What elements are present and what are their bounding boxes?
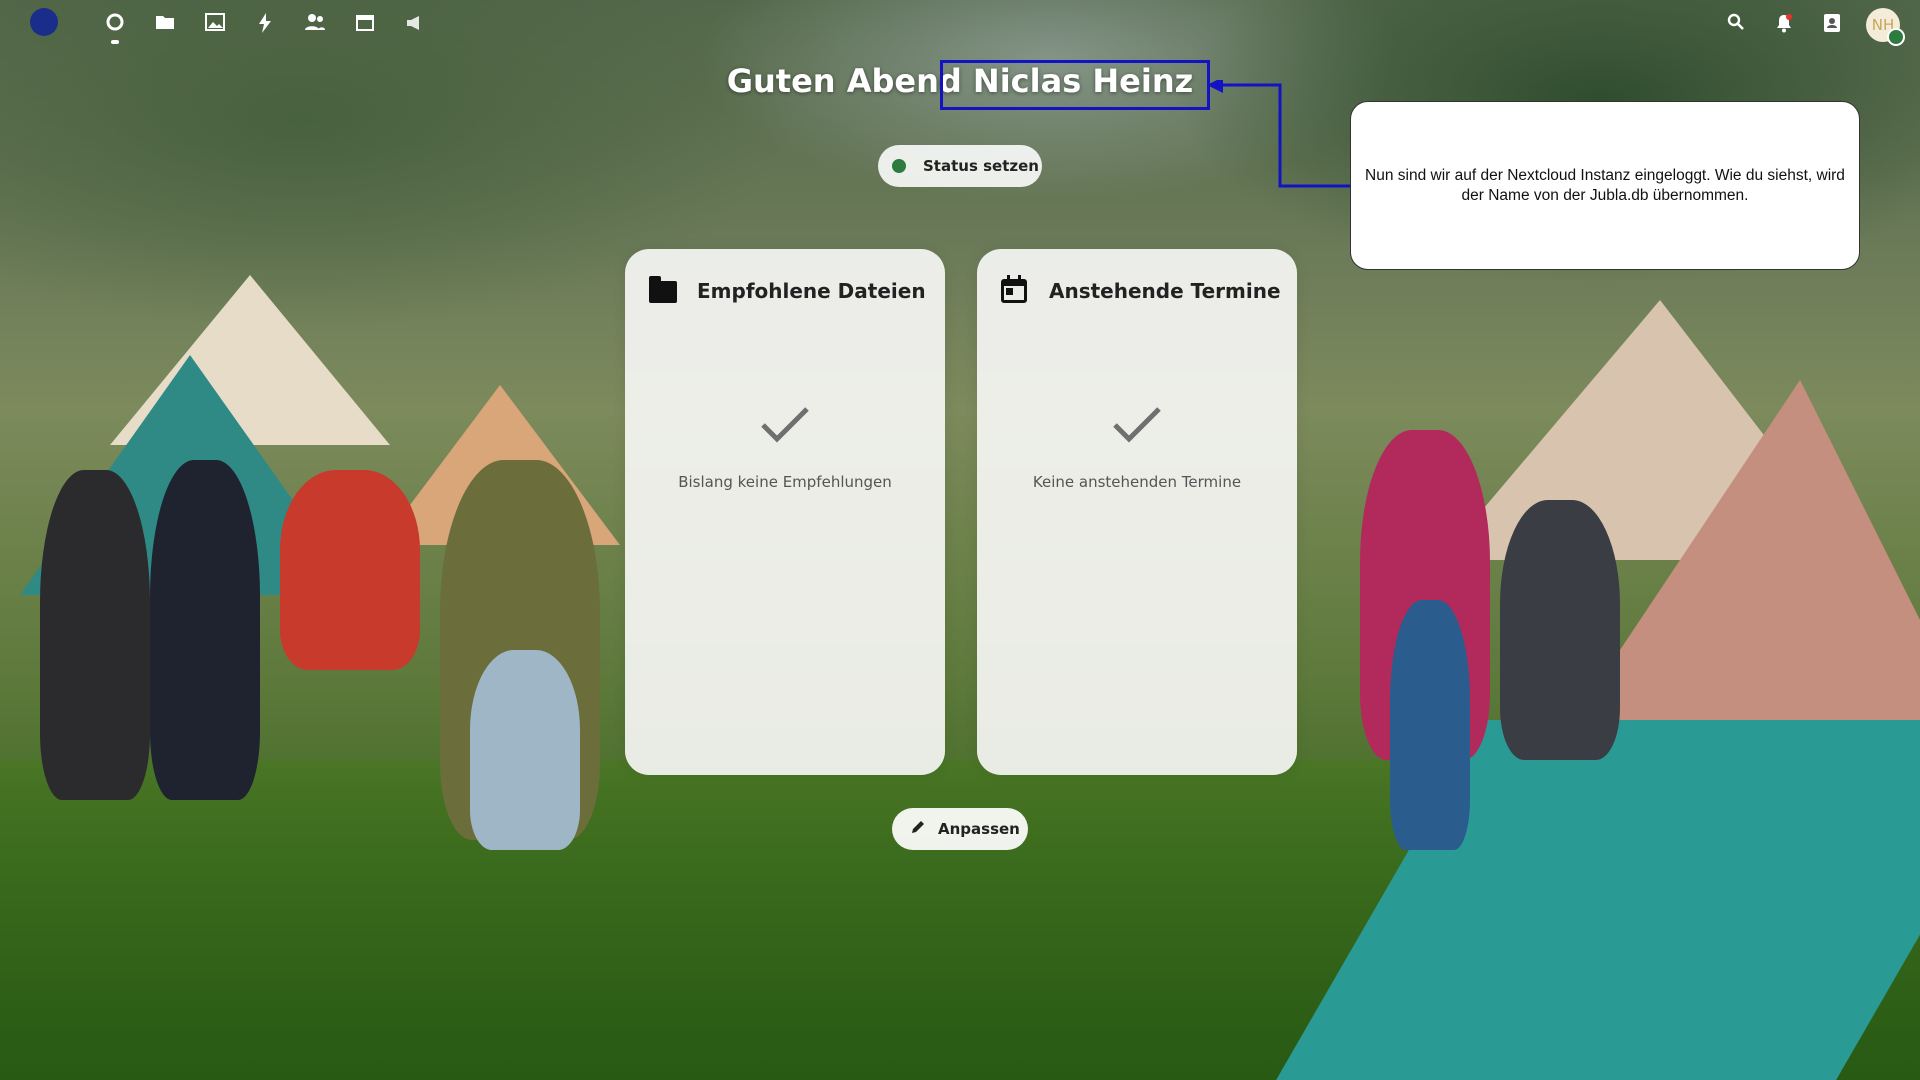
set-status-label: Status setzen [923, 157, 1039, 175]
widget-title: Anstehende Termine [1049, 279, 1281, 303]
person [40, 470, 150, 800]
online-status-dot [1887, 28, 1905, 46]
person [470, 650, 580, 850]
status-online-icon [892, 159, 906, 173]
annotation-callout: Nun sind wir auf der Nextcloud Instanz e… [1350, 101, 1860, 270]
widget-header: Empfohlene Dateien [649, 276, 926, 305]
lightning-icon[interactable] [253, 13, 277, 37]
dashboard-icon[interactable] [103, 13, 127, 37]
customize-label: Anpassen [938, 820, 1020, 838]
bell-icon[interactable] [1772, 13, 1796, 37]
image-icon[interactable] [203, 13, 227, 37]
widget-title: Empfohlene Dateien [697, 279, 926, 303]
empty-state-text: Keine anstehenden Termine [1032, 473, 1242, 491]
recommended-files-widget: Empfohlene Dateien Bislang keine Empfehl… [625, 249, 945, 775]
folder-icon[interactable] [153, 13, 177, 37]
highlight-box [940, 60, 1210, 110]
widget-header: Anstehende Termine [1001, 275, 1281, 305]
notification-badge [1786, 14, 1792, 20]
checkmark-icon [625, 399, 945, 455]
active-app-indicator [111, 40, 119, 44]
pencil-icon [910, 819, 926, 840]
person [150, 460, 260, 800]
set-status-button[interactable]: Status setzen [878, 145, 1042, 187]
annotation-text: Nun sind wir auf der Nextcloud Instanz e… [1365, 167, 1845, 204]
megaphone-icon[interactable] [403, 13, 427, 37]
contacts-menu-icon[interactable] [1820, 13, 1844, 37]
logo[interactable] [30, 8, 58, 36]
calendar-icon[interactable] [353, 13, 377, 37]
person [280, 470, 420, 670]
customize-button[interactable]: Anpassen [892, 808, 1028, 850]
person [1390, 600, 1470, 850]
top-bar: NH [0, 0, 1920, 50]
calendar-icon [1001, 275, 1031, 305]
folder-icon [649, 276, 679, 305]
upcoming-events-widget: Anstehende Termine Keine anstehenden Ter… [977, 249, 1297, 775]
search-icon[interactable] [1724, 13, 1748, 37]
person [1500, 500, 1620, 760]
annotation-arrow [1207, 80, 1350, 188]
checkmark-icon [977, 399, 1297, 455]
contacts-icon[interactable] [303, 13, 327, 37]
empty-state-text: Bislang keine Empfehlungen [678, 473, 892, 491]
